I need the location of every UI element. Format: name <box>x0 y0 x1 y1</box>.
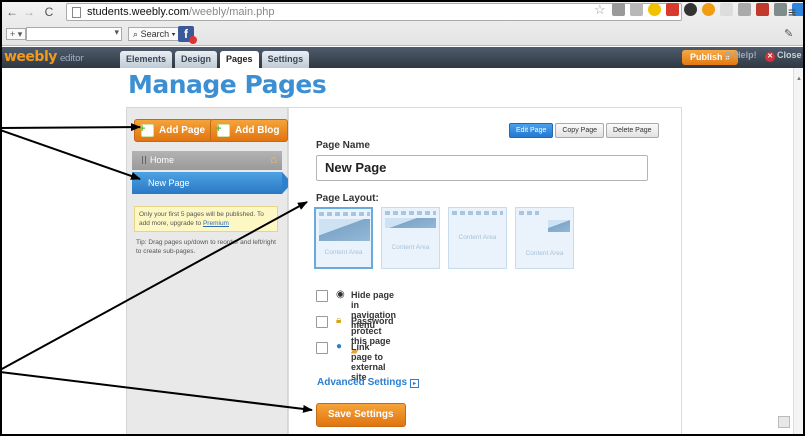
app-tabs: Elements Design Pages Settings <box>120 51 310 68</box>
lock-icon: 🔒︎ <box>336 315 342 326</box>
hide-page-checkbox[interactable] <box>316 290 328 302</box>
tab-elements[interactable]: Elements <box>120 51 173 68</box>
close-link[interactable]: ✕ Close <box>765 50 802 62</box>
external-link-checkbox[interactable] <box>316 342 328 354</box>
tab-settings[interactable]: Settings <box>261 51 310 68</box>
scrollbar[interactable] <box>793 68 805 436</box>
drag-handle-icon[interactable] <box>142 156 146 164</box>
page-name-label: Page Name <box>316 140 370 151</box>
page-list: Home ⌂ New Page <box>132 151 292 194</box>
layout-caption: Content Area <box>391 244 430 251</box>
page-layout-label: Page Layout: <box>316 193 379 204</box>
layout-caption: Content Area <box>458 234 497 241</box>
toolbar-dropdown[interactable]: + ▾ <box>6 28 27 40</box>
external-link-label: Link page to external site <box>351 342 386 382</box>
save-settings-button[interactable]: Save Settings <box>316 403 406 427</box>
search-icon: ⌕ <box>133 29 139 39</box>
tab-design[interactable]: Design <box>175 51 218 68</box>
forward-arrow-icon[interactable]: → <box>22 5 36 19</box>
home-icon: ⌂ <box>270 154 277 166</box>
facebook-icon[interactable]: f <box>178 26 197 44</box>
layout-option-no-header[interactable]: Content Area <box>448 207 507 269</box>
help-link[interactable]: ⊙ Help! <box>724 50 757 61</box>
header-image-thumbnail <box>319 219 370 241</box>
menu-icon[interactable]: ≡ <box>788 4 796 20</box>
toolbar-input[interactable] <box>26 27 122 41</box>
globe-icon: ● <box>336 341 343 352</box>
app-header: weebly editor Elements Design Pages Setti… <box>0 47 805 68</box>
resize-icon[interactable] <box>778 416 790 428</box>
layout-option-banner[interactable]: Content Area <box>381 207 440 269</box>
page-title: Manage Pages <box>128 70 327 99</box>
browser-toolbar: + ▾ ⌕ Search ▾ f ✎ <box>0 24 805 44</box>
pencil-icon[interactable] <box>720 3 733 16</box>
add-page-button[interactable]: Add Page <box>134 119 215 142</box>
bookmark-star-icon[interactable]: ☆ <box>594 2 606 18</box>
nav-bar-thumbnail <box>452 211 503 215</box>
page-item-home[interactable]: Home ⌂ <box>132 151 282 170</box>
password-checkbox[interactable] <box>316 316 328 328</box>
page-icon <box>72 7 81 18</box>
copy-page-button[interactable]: Copy Page <box>555 123 604 138</box>
browser-chrome: ← → C students.weebly.com/weebly/main.ph… <box>0 0 805 46</box>
extension-icons <box>612 3 805 19</box>
extension-icon[interactable] <box>738 3 751 16</box>
page-action-buttons: Edit Page Copy Page Delete Page <box>509 123 659 138</box>
tab-pages[interactable]: Pages <box>220 51 259 68</box>
layout-caption: Content Area <box>525 250 564 257</box>
nav-bar-thumbnail <box>519 211 539 215</box>
url-text: students.weebly.com/weebly/main.php <box>87 6 275 18</box>
pacman-icon[interactable] <box>648 3 661 16</box>
eye-icon: ◉ <box>336 289 345 300</box>
add-blog-button[interactable]: Add Blog <box>210 119 289 142</box>
layout-caption: Content Area <box>324 249 363 256</box>
weebly-logo: weebly editor <box>4 49 84 65</box>
layout-option-header[interactable]: Content Area <box>314 207 373 269</box>
extension-icon[interactable] <box>612 3 625 16</box>
premium-link[interactable]: Premium <box>203 220 229 227</box>
extension-icon[interactable] <box>756 3 769 16</box>
banner-thumbnail <box>385 218 436 228</box>
extension-icon[interactable] <box>684 3 697 16</box>
expand-icon: ▸ <box>410 379 420 388</box>
drag-tip: Tip: Drag pages up/down to reorder and l… <box>136 239 276 255</box>
extension-icon[interactable] <box>702 3 715 16</box>
page-name-input[interactable]: New Page <box>316 155 648 181</box>
page-item-new-page[interactable]: New Page <box>132 172 292 194</box>
layout-options: Content Area Content Area Content Area C… <box>314 207 574 269</box>
add-blog-icon <box>215 119 230 140</box>
reload-icon[interactable]: C <box>42 5 56 19</box>
close-icon: ✕ <box>765 52 775 62</box>
extension-icon[interactable] <box>630 3 643 16</box>
add-page-icon <box>139 119 154 140</box>
advanced-settings-link[interactable]: Advanced Settings ▸ <box>317 377 420 388</box>
edit-page-button[interactable]: Edit Page <box>509 123 554 138</box>
nav-bar-thumbnail <box>319 212 370 216</box>
help-icon: ⊙ <box>724 50 732 60</box>
toolbar-search-button[interactable]: ⌕ Search ▾ <box>128 27 181 41</box>
page-limit-notice: Only your first 5 pages will be publishe… <box>134 206 278 232</box>
back-arrow-icon[interactable]: ← <box>5 5 19 19</box>
wrench-icon[interactable]: ✎ <box>784 27 793 40</box>
gmail-icon[interactable] <box>666 3 679 16</box>
side-image-thumbnail <box>548 220 570 232</box>
nav-bar-thumbnail <box>385 211 436 215</box>
layout-option-sidebar[interactable]: Content Area <box>515 207 574 269</box>
delete-page-button[interactable]: Delete Page <box>606 123 659 138</box>
address-bar[interactable]: students.weebly.com/weebly/main.php <box>66 3 682 21</box>
extension-icon[interactable] <box>774 3 787 16</box>
